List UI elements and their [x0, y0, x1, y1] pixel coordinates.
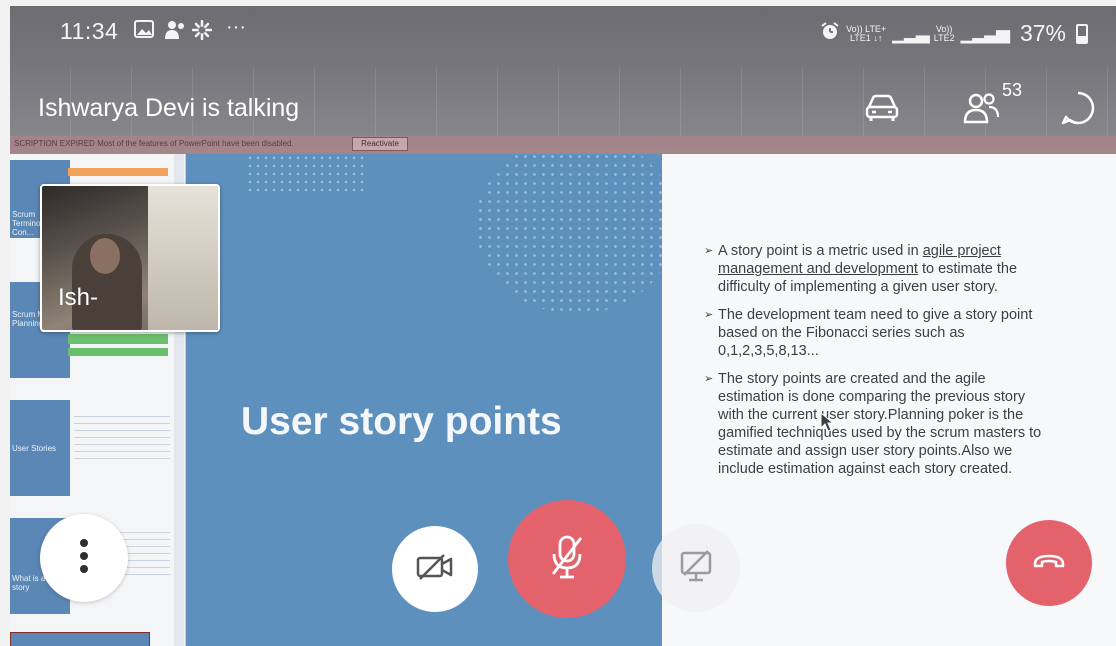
decorative-dots — [246, 154, 366, 194]
slide-thumbnail-selected[interactable] — [10, 632, 150, 646]
image-icon — [134, 20, 154, 44]
bullet-item: The story points are created and the agi… — [704, 370, 1054, 478]
video-off-icon — [416, 553, 454, 586]
decorative-dots — [476, 154, 662, 314]
gear-icon — [191, 19, 213, 46]
battery-percent: 37% — [1019, 20, 1066, 46]
network-2-sublabel: LTE2 — [933, 32, 955, 43]
toggle-video-button[interactable] — [392, 526, 478, 612]
alarm-icon — [820, 21, 840, 46]
slide-thumbnail[interactable]: User Stories — [10, 400, 70, 496]
bullet-item: The development team need to give a stor… — [704, 306, 1054, 360]
signal-bars-1-icon: ▁▂▃ — [892, 23, 930, 43]
video-name-label: Ish- — [58, 284, 99, 311]
bullet-item: A story point is a metric used in agile … — [704, 242, 1054, 296]
hang-up-button[interactable] — [1006, 520, 1092, 606]
network-1-sublabel: LTE1 ↓↑ — [849, 32, 883, 43]
toggle-mic-button[interactable] — [508, 500, 626, 618]
bullet-text: A story point is a metric used in — [718, 243, 923, 259]
bullet-text: The story points are created and the agi… — [718, 371, 1042, 477]
participant-count-badge: 53 — [1002, 80, 1023, 100]
people-icon — [164, 20, 186, 46]
video-face — [90, 238, 120, 274]
participants-button[interactable] — [960, 88, 1004, 132]
car-icon — [864, 93, 900, 128]
bullet-text: The development team need to give a stor… — [718, 307, 1033, 359]
signal-bars-2-icon: ▁▂▃▅ — [960, 23, 1010, 43]
more-notifications-indicator: ··· — [226, 16, 246, 38]
more-vertical-icon — [79, 538, 89, 579]
slide-title: User story points — [241, 400, 562, 443]
meeting-screen: SCRIPTION EXPIRED Most of the features o… — [10, 6, 1116, 646]
network-2-indicator: Vo)) LTE2 — [933, 24, 955, 43]
thumbnail-label: User Stories — [12, 444, 57, 453]
battery-icon — [1076, 23, 1088, 44]
reactivate-button[interactable]: Reactivate — [352, 137, 408, 151]
more-options-button[interactable] — [40, 514, 128, 602]
subscription-notice-text: SCRIPTION EXPIRED Most of the features o… — [14, 139, 294, 148]
share-screen-off-icon — [679, 549, 713, 588]
participants-icon — [962, 91, 1002, 130]
slide-bullet-list: A story point is a metric used in agile … — [704, 242, 1054, 488]
self-video-tile[interactable]: Ish- — [40, 184, 220, 332]
status-time: 11:34 — [60, 18, 119, 44]
mic-off-icon — [549, 534, 585, 585]
chat-icon — [1060, 90, 1096, 131]
chat-button[interactable] — [1056, 88, 1100, 132]
thumbnail-text-lines — [74, 410, 170, 460]
network-1-indicator: Vo)) LTE+ LTE1 ↓↑ — [846, 24, 886, 43]
video-background — [148, 186, 218, 330]
status-right-group: Vo)) LTE+ LTE1 ↓↑ ▁▂▃ Vo)) LTE2 ▁▂▃▅ 37% — [820, 20, 1088, 47]
speaker-status: Ishwarya Devi is talking — [38, 94, 300, 122]
share-screen-button[interactable] — [652, 524, 740, 612]
car-mode-button[interactable] — [860, 88, 904, 132]
mouse-pointer-icon — [820, 411, 835, 437]
hang-up-icon — [1032, 552, 1066, 575]
